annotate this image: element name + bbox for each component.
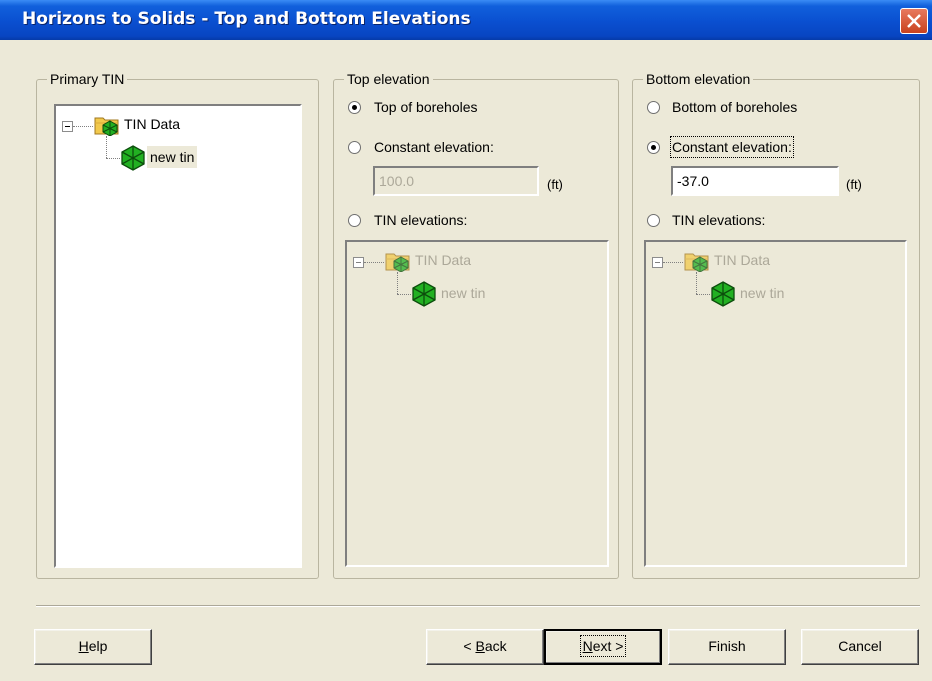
tree-child-label[interactable]: new tin bbox=[740, 282, 784, 304]
tree-connector bbox=[696, 272, 697, 294]
separator-line bbox=[36, 605, 920, 607]
tin-folder-icon bbox=[94, 114, 120, 136]
bottom-constant-elevation-label[interactable]: Constant elevation: bbox=[670, 136, 794, 158]
tin-icon bbox=[411, 281, 437, 307]
finish-button-label: Finish bbox=[708, 638, 746, 654]
finish-button[interactable]: Finish bbox=[668, 629, 786, 665]
tree-child-label[interactable]: new tin bbox=[441, 282, 485, 304]
back-button-label: < Back bbox=[463, 638, 507, 654]
bottom-constant-elevation-field[interactable] bbox=[671, 166, 839, 196]
tree-connector bbox=[696, 294, 710, 295]
tree-connector bbox=[397, 272, 398, 294]
cancel-button-label: Cancel bbox=[838, 638, 882, 654]
tin-icon bbox=[120, 145, 146, 171]
tree-connector bbox=[663, 262, 683, 263]
back-button[interactable]: < Back bbox=[426, 629, 544, 665]
tree-connector bbox=[364, 262, 384, 263]
title-bar[interactable]: Horizons to Solids - Top and Bottom Elev… bbox=[0, 0, 932, 40]
top-tin-elevations-label[interactable]: TIN elevations: bbox=[374, 210, 467, 230]
help-button-label: Help bbox=[78, 638, 108, 654]
bottom-constant-elevation-radio[interactable] bbox=[647, 141, 660, 154]
primary-tin-legend: Primary TIN bbox=[47, 71, 128, 87]
bottom-tin-tree[interactable]: TIN Data new tin bbox=[644, 240, 907, 567]
tree-connector bbox=[106, 136, 107, 158]
tree-root-label[interactable]: TIN Data bbox=[124, 113, 180, 135]
dialog-window: Horizons to Solids - Top and Bottom Elev… bbox=[0, 0, 932, 681]
close-icon bbox=[907, 14, 921, 28]
bottom-tin-elevations-radio[interactable] bbox=[647, 214, 660, 227]
collapse-icon[interactable] bbox=[62, 121, 73, 132]
next-button-label: Next > bbox=[579, 635, 627, 657]
top-of-boreholes-radio[interactable] bbox=[348, 101, 361, 114]
tree-root-label[interactable]: TIN Data bbox=[714, 249, 770, 271]
top-elevation-group: Top elevation Top of boreholes Constant … bbox=[333, 71, 619, 579]
top-constant-elevation-field[interactable] bbox=[373, 166, 539, 196]
bottom-of-boreholes-radio[interactable] bbox=[647, 101, 660, 114]
tree-child-label[interactable]: new tin bbox=[147, 146, 198, 168]
top-unit-label: (ft) bbox=[547, 177, 563, 192]
cancel-button[interactable]: Cancel bbox=[801, 629, 919, 665]
primary-tin-tree[interactable]: TIN Data new tin bbox=[54, 104, 302, 568]
primary-tin-group: Primary TIN TIN Data new tin bbox=[36, 71, 319, 579]
tin-folder-icon bbox=[385, 250, 411, 272]
tree-connector bbox=[397, 294, 411, 295]
tree-connector bbox=[106, 158, 120, 159]
top-elevation-legend: Top elevation bbox=[344, 71, 433, 87]
top-constant-elevation-radio[interactable] bbox=[348, 141, 361, 154]
window-title: Horizons to Solids - Top and Bottom Elev… bbox=[22, 9, 471, 29]
top-tin-elevations-radio[interactable] bbox=[348, 214, 361, 227]
next-button[interactable]: Next > bbox=[544, 629, 662, 665]
bottom-tin-elevations-label[interactable]: TIN elevations: bbox=[672, 210, 765, 230]
bottom-elevation-group: Bottom elevation Bottom of boreholes Con… bbox=[632, 71, 920, 579]
collapse-icon[interactable] bbox=[353, 257, 364, 268]
bottom-of-boreholes-label[interactable]: Bottom of boreholes bbox=[672, 97, 797, 117]
top-of-boreholes-label[interactable]: Top of boreholes bbox=[374, 97, 478, 117]
tree-connector bbox=[73, 126, 93, 127]
top-constant-elevation-label[interactable]: Constant elevation: bbox=[374, 137, 494, 157]
bottom-elevation-legend: Bottom elevation bbox=[643, 71, 754, 87]
bottom-unit-label: (ft) bbox=[846, 177, 862, 192]
tin-folder-icon bbox=[684, 250, 710, 272]
close-button[interactable] bbox=[900, 8, 928, 34]
tin-icon bbox=[710, 281, 736, 307]
collapse-icon[interactable] bbox=[652, 257, 663, 268]
top-tin-tree[interactable]: TIN Data new tin bbox=[345, 240, 609, 567]
tree-root-label[interactable]: TIN Data bbox=[415, 249, 471, 271]
help-button[interactable]: Help bbox=[34, 629, 152, 665]
